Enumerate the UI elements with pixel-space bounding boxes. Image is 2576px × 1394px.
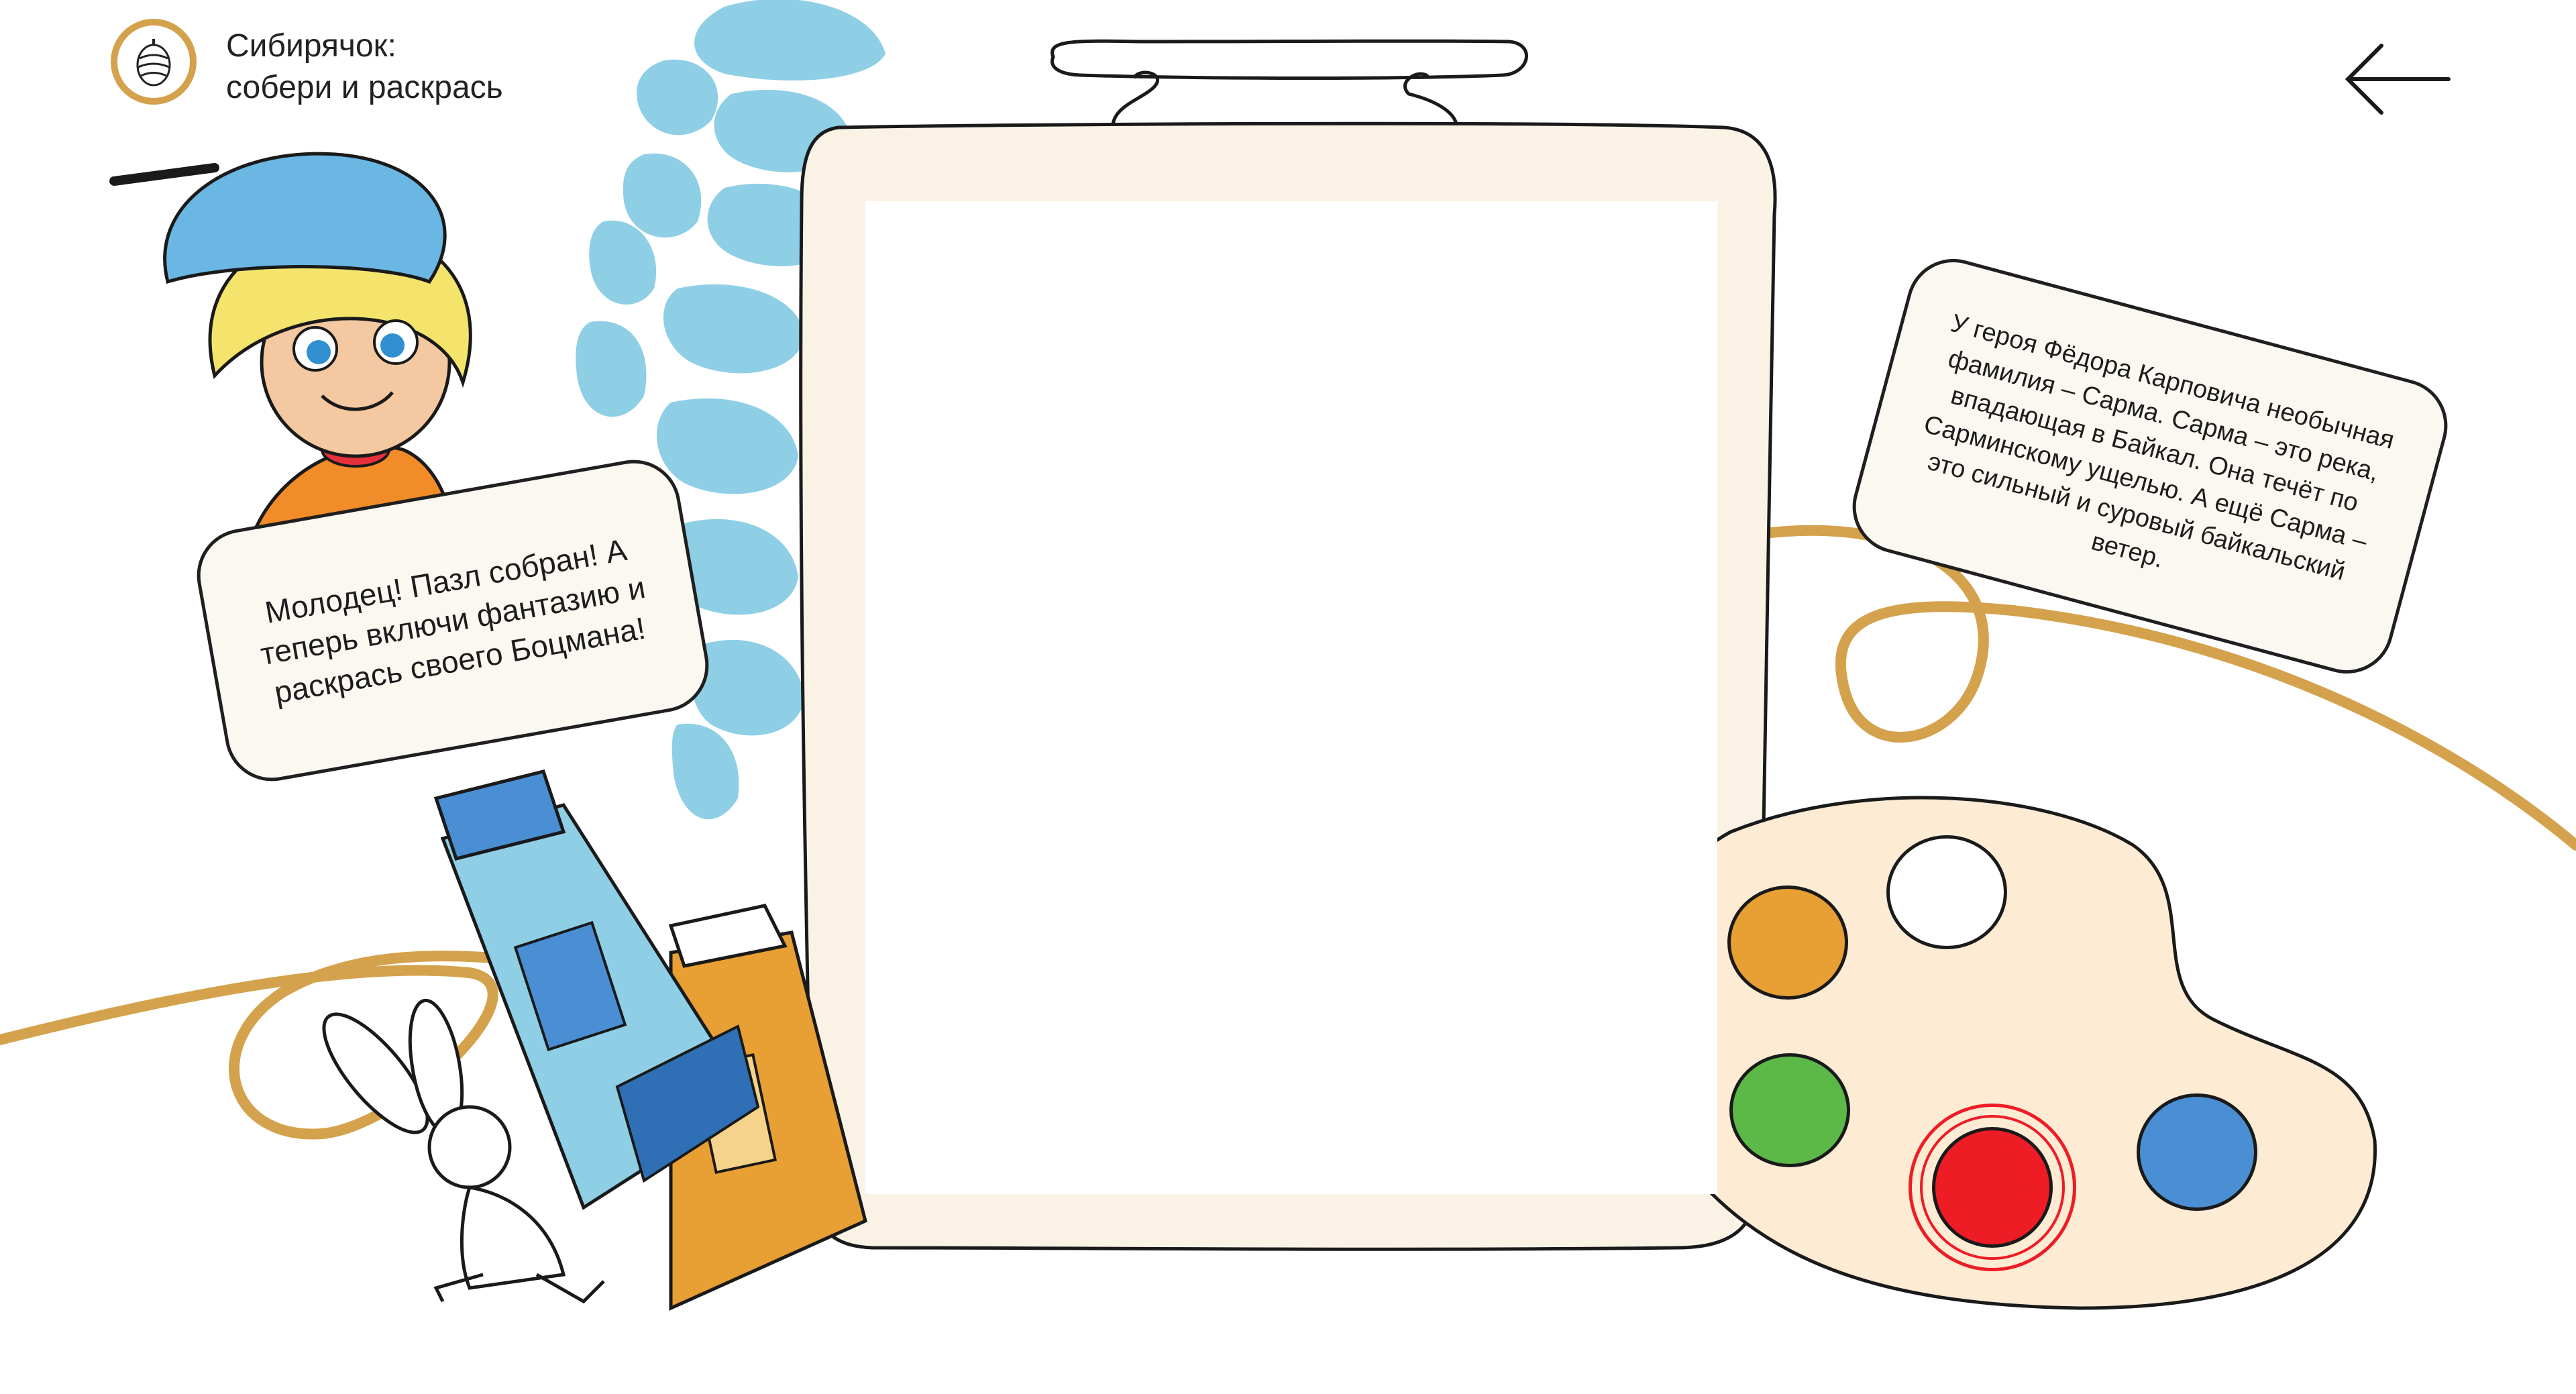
paint-green[interactable] [1729, 1053, 1850, 1167]
app-logo[interactable] [111, 19, 197, 105]
app-title-line1: Сибирячок: [226, 28, 396, 64]
paint-blue[interactable] [2137, 1093, 2257, 1211]
coloring-canvas[interactable] [865, 201, 1717, 1194]
pine-cone-icon [136, 39, 171, 87]
app-title: Сибирячок: собери и раскрась [226, 25, 503, 109]
paint-red[interactable] [1932, 1127, 2053, 1248]
paint-red-selected[interactable] [1909, 1104, 2076, 1271]
app-title-line2: собери и раскрась [226, 70, 503, 105]
paint-orange[interactable] [1727, 886, 1848, 1000]
arrow-left-icon [2345, 44, 2451, 115]
back-button[interactable] [2334, 32, 2482, 126]
easel-clip [1050, 39, 1528, 80]
speech-text-left: Молодец! Пазл собран! А теперь включи фа… [258, 531, 648, 710]
boy-character [109, 152, 472, 545]
paint-white[interactable] [1886, 835, 2007, 949]
